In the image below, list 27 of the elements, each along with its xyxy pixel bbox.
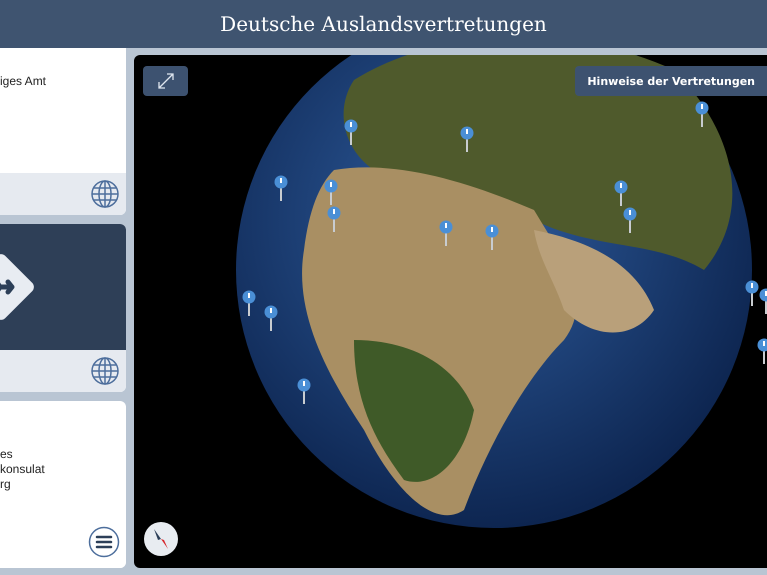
map-pin-icon[interactable] xyxy=(614,180,628,206)
map-pin-icon[interactable] xyxy=(623,207,637,233)
fullscreen-button[interactable] xyxy=(143,66,188,96)
map-pin-icon[interactable] xyxy=(297,378,311,404)
window-title: Deutsche Auslandsvertretungen xyxy=(220,12,547,36)
card-text: konsulat xyxy=(0,462,46,477)
globe-icon[interactable] xyxy=(90,356,120,386)
card-text: rg xyxy=(0,476,12,492)
embassy-card[interactable]: es konsulat rg xyxy=(0,400,126,568)
card-text: iges Amt xyxy=(0,74,48,89)
map-pin-icon[interactable] xyxy=(264,305,278,331)
map-pin-icon[interactable] xyxy=(242,290,256,316)
map-pin-icon[interactable] xyxy=(344,119,358,145)
globe-icon[interactable] xyxy=(90,179,120,210)
map-pin-icon[interactable] xyxy=(460,126,474,152)
card-text: es xyxy=(0,446,14,462)
embassy-card[interactable]: iges Amt xyxy=(0,48,126,216)
notes-button[interactable]: Hinweise der Vertretungen xyxy=(575,66,767,96)
map-pin-icon[interactable] xyxy=(274,175,288,201)
menu-icon[interactable] xyxy=(88,526,120,558)
expand-icon xyxy=(156,71,176,91)
map-view[interactable]: Hinweise der Vertretungen xyxy=(134,55,767,568)
map-pin-icon[interactable] xyxy=(757,338,767,364)
compass-button[interactable] xyxy=(144,522,178,556)
embassy-card[interactable] xyxy=(0,224,126,392)
map-pin-icon[interactable] xyxy=(745,280,759,306)
map-pin-icon[interactable] xyxy=(695,101,709,127)
